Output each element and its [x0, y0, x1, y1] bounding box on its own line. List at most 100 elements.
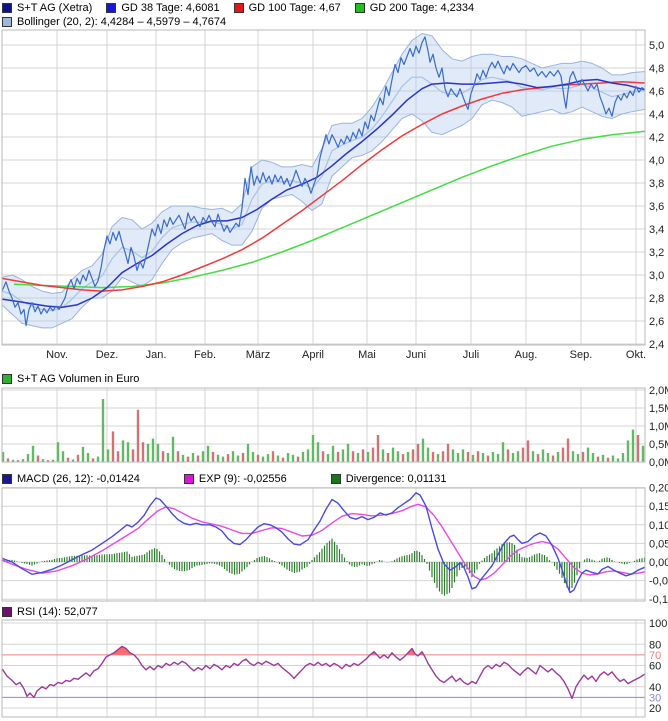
- volume-bar: [362, 449, 364, 461]
- volume-bar: [517, 451, 519, 461]
- x-axis-month-label: April: [302, 349, 324, 361]
- y-axis-tick-label: 4,2: [649, 132, 664, 144]
- volume-bar: [137, 410, 139, 462]
- volume-bar: [622, 453, 624, 462]
- y-axis-tick-label: 100: [649, 618, 667, 630]
- legend-color-swatch: [106, 3, 116, 13]
- rsi-panel-group: 100807060403020: [2, 618, 667, 717]
- legend-label: S+T AG (Xetra): [17, 2, 92, 14]
- volume-bar: [177, 451, 179, 461]
- legend-label: EXP (9): -0,02556: [199, 473, 287, 485]
- y-axis-tick-label: 1,5M: [649, 403, 668, 415]
- volume-bar: [142, 442, 144, 461]
- stock-chart-page: S+T AG (Xetra) GD 38 Tage: 4,6081 GD 100 T…: [0, 0, 668, 721]
- volume-bar: [332, 446, 334, 462]
- volume-bar: [107, 449, 109, 461]
- volume-bar: [272, 451, 274, 461]
- volume-bar: [632, 430, 634, 462]
- volume-bar: [207, 446, 209, 462]
- y-axis-tick-label: 2,6: [649, 316, 664, 328]
- legend-label: GD 38 Tage: 4,6081: [121, 2, 219, 14]
- volume-bar: [92, 458, 94, 461]
- volume-bar: [527, 440, 529, 461]
- x-axis-month-label: Feb.: [194, 349, 216, 361]
- volume-bar: [87, 453, 89, 462]
- volume-bar: [522, 448, 524, 462]
- volume-bar: [532, 451, 534, 461]
- volume-bar: [397, 451, 399, 461]
- volume-plot-area[interactable]: [2, 388, 645, 462]
- volume-bar: [377, 435, 379, 462]
- volume-bar: [292, 455, 294, 462]
- volume-bar: [237, 456, 239, 462]
- volume-bar: [67, 458, 69, 462]
- legend-label: GD 200 Tage: 4,2334: [370, 2, 474, 14]
- x-axis-month-label: Juli: [463, 349, 480, 361]
- volume-bar: [497, 454, 499, 461]
- x-axis-month-label: Sep.: [570, 349, 593, 361]
- volume-panel-group: 2,0M1,5M1,0M0,5M0,0M: [2, 385, 668, 469]
- volume-bar: [182, 455, 184, 462]
- volume-bar: [162, 451, 164, 461]
- volume-bar: [577, 454, 579, 461]
- y-axis-tick-label: 0,0M: [649, 457, 668, 469]
- volume-bar: [567, 439, 569, 462]
- legend-color-swatch: [2, 3, 12, 13]
- y-axis-tick-label: 1,0M: [649, 421, 668, 433]
- volume-legend-row: S+T AG Volumen in Euro: [2, 373, 153, 385]
- rsi-legend-row: RSI (14): 52,077: [2, 606, 112, 618]
- volume-bar: [557, 452, 559, 462]
- volume-bar: [202, 451, 204, 461]
- volume-bar: [217, 455, 219, 462]
- volume-bar: [487, 456, 489, 462]
- legend-item: Bollinger (20, 2): 4,4284 – 4,5979 – 4,7…: [2, 16, 226, 28]
- volume-bar: [222, 457, 224, 462]
- volume-bar: [52, 460, 54, 462]
- bollinger-legend-row: Bollinger (20, 2): 4,4284 – 4,5979 – 4,7…: [2, 16, 240, 28]
- volume-bar: [27, 454, 29, 461]
- volume-bar: [637, 435, 639, 462]
- volume-bar: [97, 457, 99, 462]
- volume-bar: [197, 456, 199, 462]
- volume-bar: [457, 453, 459, 462]
- y-axis-tick-label: 5,0: [649, 40, 664, 52]
- volume-bar: [127, 442, 129, 461]
- volume-bar: [232, 451, 234, 461]
- volume-bar: [592, 453, 594, 462]
- volume-bar: [357, 453, 359, 462]
- volume-bar: [412, 449, 414, 461]
- legend-item: S+T AG Volumen in Euro: [2, 373, 139, 385]
- x-axis-month-label: Nov.: [46, 349, 68, 361]
- volume-bar: [547, 453, 549, 462]
- y-axis-tick-label: 3,4: [649, 224, 664, 236]
- legend-item: RSI (14): 52,077: [2, 606, 98, 618]
- macd-plot-area[interactable]: [2, 488, 645, 601]
- volume-bar: [462, 449, 464, 461]
- volume-bar: [82, 447, 84, 462]
- y-axis-tick-label: -0,05: [649, 576, 668, 588]
- volume-bar: [167, 453, 169, 462]
- volume-bar: [22, 459, 24, 461]
- volume-bar: [62, 451, 64, 461]
- volume-bar: [562, 448, 564, 462]
- volume-bar: [572, 451, 574, 461]
- x-axis-month-label: Mai: [358, 349, 376, 361]
- x-axis-month-label: Dez.: [96, 349, 119, 361]
- macd-legend-row: MACD (26, 12): -0,01424 EXP (9): -0,02556…: [2, 473, 490, 485]
- y-axis-tick-label: 2,8: [649, 293, 664, 305]
- volume-bar: [452, 449, 454, 461]
- y-axis-tick-label: 60: [649, 661, 661, 673]
- volume-bar: [597, 457, 599, 462]
- y-axis-tick-label: 2,4: [649, 339, 664, 351]
- volume-bar: [157, 444, 159, 462]
- y-axis-tick-label: 0,5M: [649, 439, 668, 451]
- legend-item: MACD (26, 12): -0,01424: [2, 473, 140, 485]
- legend-label: GD 100 Tage: 4,67: [249, 2, 341, 14]
- volume-bar: [282, 458, 284, 462]
- legend-label: Bollinger (20, 2): 4,4284 – 4,5979 – 4,7…: [17, 16, 226, 28]
- y-axis-tick-label: 0,05: [649, 538, 668, 550]
- volume-bar: [492, 452, 494, 462]
- volume-bar: [322, 451, 324, 461]
- volume-bar: [187, 457, 189, 462]
- volume-bar: [537, 454, 539, 461]
